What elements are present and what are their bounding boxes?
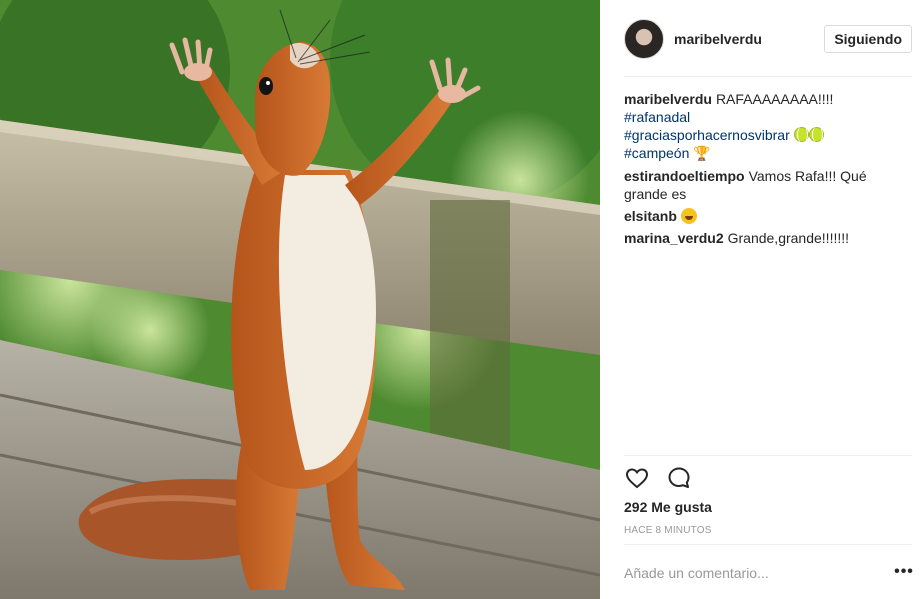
comment-button[interactable] xyxy=(666,465,692,491)
trophy-emoji: 🏆 xyxy=(693,146,711,162)
following-button[interactable]: Siguiendo xyxy=(824,25,912,53)
list-item: elsitanb xyxy=(624,207,912,225)
hashtag-link[interactable]: #rafanadal xyxy=(624,109,690,125)
comment-text: Grande,grande!!!!!!! xyxy=(727,230,850,246)
action-bar xyxy=(624,465,692,491)
heart-icon xyxy=(625,468,649,489)
list-item: estirandoeltiempo Vamos Rafa!!! Qué grand… xyxy=(624,167,912,203)
comment-username[interactable]: marina_verdu2 xyxy=(624,230,724,246)
tennis-ball-emoji xyxy=(793,126,809,143)
hashtag-link[interactable]: #graciasporhacernosvibrar xyxy=(624,127,790,143)
divider xyxy=(624,544,912,545)
list-item: marina_verdu2 Grande,grande!!!!!!! xyxy=(624,229,912,247)
comment-bubble-icon xyxy=(668,467,690,488)
like-count[interactable]: 292 Me gusta xyxy=(624,499,712,515)
comment-list: maribelverdu RAFAAAAAAAA!!!! #rafanadal #… xyxy=(624,90,912,251)
squirrel-photo-illustration xyxy=(0,0,600,599)
more-options-icon[interactable]: ••• xyxy=(894,562,914,582)
caption: maribelverdu RAFAAAAAAAA!!!! #rafanadal #… xyxy=(624,90,912,163)
divider xyxy=(624,76,912,77)
tennis-ball-emoji xyxy=(808,126,824,143)
comment-username[interactable]: elsitanb xyxy=(624,208,677,224)
post-header: maribelverdu Siguiendo xyxy=(624,17,912,61)
caption-text: RAFAAAAAAAA!!!! xyxy=(715,91,834,107)
avatar[interactable] xyxy=(624,19,664,59)
caption-username[interactable]: maribelverdu xyxy=(624,91,712,107)
laughing-emoji xyxy=(680,208,697,224)
hashtag-link[interactable]: #campeón xyxy=(624,145,689,161)
post-photo[interactable] xyxy=(0,0,600,599)
comment-input[interactable] xyxy=(624,560,884,586)
post-side-panel: maribelverdu Siguiendo maribelverdu RAFAA… xyxy=(600,0,920,599)
comment-username[interactable]: estirandoeltiempo xyxy=(624,168,745,184)
divider xyxy=(624,455,912,456)
post-timestamp[interactable]: HACE 8 MINUTOS xyxy=(624,525,712,536)
author-username[interactable]: maribelverdu xyxy=(674,31,762,47)
like-button[interactable] xyxy=(624,465,650,491)
